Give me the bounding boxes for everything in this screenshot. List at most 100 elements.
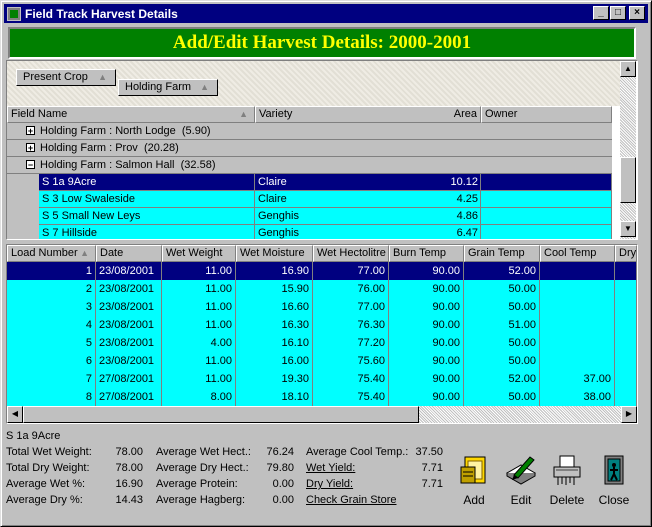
col-area[interactable]: Area bbox=[427, 106, 481, 123]
tree-vertical-scrollbar[interactable]: ▲ ▼ bbox=[620, 61, 636, 239]
col-wet-moisture[interactable]: Wet Moisture bbox=[236, 245, 313, 262]
load-row[interactable]: 8 27/08/2001 8.00 18.10 75.40 90.00 50.00 38.00 bbox=[7, 388, 637, 407]
group-row-salmon-hall[interactable]: − Holding Farm : Salmon Hall (32.58) bbox=[7, 157, 612, 174]
load-cell: 11.00 bbox=[162, 262, 236, 281]
load-cell bbox=[540, 334, 615, 353]
load-cell: 3 bbox=[7, 298, 96, 317]
load-cell bbox=[615, 280, 637, 299]
col-wet-hectolitre[interactable]: Wet Hectolitre bbox=[313, 245, 389, 262]
load-cell: 16.10 bbox=[236, 334, 313, 353]
col-burn-temp[interactable]: Burn Temp bbox=[389, 245, 464, 262]
load-row[interactable]: 1 23/08/2001 11.00 16.90 77.00 90.00 52.00 bbox=[7, 262, 637, 281]
load-cell: 18.10 bbox=[236, 388, 313, 407]
load-cell: 76.30 bbox=[313, 316, 389, 335]
col-load-number[interactable]: Load Number ▲ bbox=[7, 245, 96, 262]
load-cell: 23/08/2001 bbox=[96, 262, 162, 281]
load-cell: 51.00 bbox=[464, 316, 540, 335]
load-row[interactable]: 6 23/08/2001 11.00 16.00 75.60 90.00 50.00 bbox=[7, 352, 637, 371]
summary-link[interactable]: Check Grain Store bbox=[306, 492, 396, 508]
edit-button[interactable]: Edit bbox=[498, 453, 544, 511]
load-cell: 8.00 bbox=[162, 388, 236, 407]
col-wet-weight[interactable]: Wet Weight bbox=[162, 245, 236, 262]
load-cell: 37.00 bbox=[540, 370, 615, 389]
load-cell: 15.90 bbox=[236, 280, 313, 299]
load-cell: 16.00 bbox=[236, 352, 313, 371]
grid-horizontal-scrollbar[interactable]: ◀ ▶ bbox=[7, 406, 637, 423]
load-row[interactable]: 5 23/08/2001 4.00 16.10 77.20 90.00 50.00 bbox=[7, 334, 637, 353]
load-cell: 90.00 bbox=[389, 316, 464, 335]
load-cell bbox=[615, 262, 637, 281]
col-cool-temp[interactable]: Cool Temp bbox=[540, 245, 615, 262]
col-owner[interactable]: Owner bbox=[481, 106, 612, 123]
scroll-down-icon[interactable]: ▼ bbox=[620, 221, 636, 237]
load-cell: 77.00 bbox=[313, 298, 389, 317]
load-cell bbox=[540, 316, 615, 335]
group-by-panel: Present Crop ▲ Holding Farm ▲ bbox=[7, 61, 620, 106]
main-window: Field Track Harvest Details _ □ × Add/Ed… bbox=[0, 0, 652, 527]
load-cell: 5 bbox=[7, 334, 96, 353]
load-cell bbox=[615, 298, 637, 317]
sort-up-icon: ▲ bbox=[80, 248, 89, 258]
close-window-button[interactable]: × bbox=[629, 6, 645, 20]
expand-plus-icon[interactable]: + bbox=[26, 143, 35, 153]
load-cell: 23/08/2001 bbox=[96, 334, 162, 353]
load-row[interactable]: 4 23/08/2001 11.00 16.30 76.30 90.00 51.00 bbox=[7, 316, 637, 335]
summary-label: Average Dry %: bbox=[6, 494, 83, 506]
load-cell: 23/08/2001 bbox=[96, 298, 162, 317]
load-cell bbox=[540, 352, 615, 371]
delete-button[interactable]: Delete bbox=[544, 453, 590, 511]
summary-label: Total Wet Weight: bbox=[6, 446, 92, 458]
load-cell bbox=[615, 352, 637, 371]
app-icon[interactable] bbox=[7, 6, 21, 21]
expand-plus-icon[interactable]: + bbox=[26, 126, 35, 136]
load-cell bbox=[540, 280, 615, 299]
summary-link[interactable]: Wet Yield: bbox=[306, 460, 355, 476]
load-cell: 11.00 bbox=[162, 352, 236, 371]
load-cell: 75.60 bbox=[313, 352, 389, 371]
load-cell: 11.00 bbox=[162, 280, 236, 299]
scroll-thumb[interactable] bbox=[23, 406, 419, 423]
minimize-button[interactable]: _ bbox=[593, 6, 609, 20]
group-present-crop-button[interactable]: Present Crop ▲ bbox=[16, 69, 116, 86]
field-row[interactable]: S 1a 9Acre Claire 10.12 bbox=[39, 174, 612, 191]
group-row-north-lodge[interactable]: + Holding Farm : North Lodge (5.90) bbox=[7, 123, 612, 140]
col-field-name[interactable]: Field Name ▲ bbox=[7, 106, 255, 123]
scroll-right-icon[interactable]: ▶ bbox=[621, 406, 637, 423]
add-button[interactable]: Add bbox=[451, 453, 497, 511]
close-button[interactable]: Close bbox=[591, 453, 637, 511]
collapse-minus-icon[interactable]: − bbox=[26, 160, 35, 170]
load-cell: 76.00 bbox=[313, 280, 389, 299]
load-cell: 50.00 bbox=[464, 298, 540, 317]
scroll-up-icon[interactable]: ▲ bbox=[620, 61, 636, 77]
title-bar[interactable]: Field Track Harvest Details _ □ × bbox=[4, 4, 648, 23]
field-row[interactable]: S 7 Hillside Genghis 6.47 bbox=[39, 225, 612, 239]
load-row[interactable]: 3 23/08/2001 11.00 16.60 77.00 90.00 50.00 bbox=[7, 298, 637, 317]
load-cell: 90.00 bbox=[389, 298, 464, 317]
load-cell: 38.00 bbox=[540, 388, 615, 407]
group-holding-farm-button[interactable]: Holding Farm ▲ bbox=[118, 79, 218, 96]
group-row-prov[interactable]: + Holding Farm : Prov (20.28) bbox=[7, 140, 612, 157]
summary-link[interactable]: Dry Yield: bbox=[306, 476, 353, 492]
summary-label: Average Protein: bbox=[156, 478, 238, 490]
maximize-button[interactable]: □ bbox=[610, 6, 626, 20]
scroll-left-icon[interactable]: ◀ bbox=[7, 406, 23, 423]
col-grain-temp[interactable]: Grain Temp bbox=[464, 245, 540, 262]
field-row[interactable]: S 5 Small New Leys Genghis 4.86 bbox=[39, 208, 612, 225]
load-cell: 77.00 bbox=[313, 262, 389, 281]
shredder-icon bbox=[553, 455, 581, 485]
load-cell: 19.30 bbox=[236, 370, 313, 389]
summary-label: Average Wet %: bbox=[6, 478, 86, 490]
load-cell: 7 bbox=[7, 370, 96, 389]
field-row[interactable]: S 3 Low Swaleside Claire 4.25 bbox=[39, 191, 612, 208]
load-cell: 90.00 bbox=[389, 388, 464, 407]
load-cell: 52.00 bbox=[464, 262, 540, 281]
col-date[interactable]: Date bbox=[96, 245, 162, 262]
load-row[interactable]: 7 27/08/2001 11.00 19.30 75.40 90.00 52.00 37.0… bbox=[7, 370, 637, 389]
page-banner: Add/Edit Harvest Details: 2000-2001 bbox=[8, 27, 636, 59]
load-cell: 6 bbox=[7, 352, 96, 371]
col-dry[interactable]: Dry bbox=[615, 245, 637, 262]
scroll-thumb[interactable] bbox=[620, 157, 636, 203]
load-row[interactable]: 2 23/08/2001 11.00 15.90 76.00 90.00 50.00 bbox=[7, 280, 637, 299]
load-cell: 90.00 bbox=[389, 370, 464, 389]
load-cell: 27/08/2001 bbox=[96, 388, 162, 407]
